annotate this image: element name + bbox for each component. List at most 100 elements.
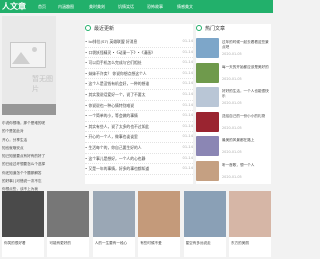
table-row[interactable]: • 生活每个的，你自己要生好的人 01-14 — [85, 143, 193, 154]
article-title-link[interactable]: 送给自己的一份小小的礼物 — [222, 114, 271, 124]
gallery-card[interactable]: 可能有更好的 — [47, 191, 90, 257]
article-title-link[interactable]: • 可以用手机怎么完成与它们相处 — [85, 58, 169, 68]
article-date: 2020-01-05 — [222, 125, 242, 130]
gallery-photo[interactable] — [229, 191, 271, 237]
nav-item-horror[interactable]: 恐怖故事 — [147, 0, 163, 13]
table-row[interactable]: • 妹妹不许卖？ 你说你想点想这个人 01-14 — [85, 69, 193, 80]
article-title-link[interactable]: 最美的风景都在路上 — [222, 138, 271, 148]
article-thumbnail[interactable] — [196, 62, 219, 83]
list-item[interactable]: 好好的生活，一个人也能很快乐 2020-01-05 — [196, 85, 271, 109]
article-date: 01-14 — [182, 113, 193, 118]
table-row[interactable]: • 一个简单的小，等会做的事情 01-14 — [85, 111, 193, 122]
hot-articles-title: 热门文章 — [205, 26, 226, 32]
list-item[interactable]: 听一首歌，想一个人 2020-01-05 — [196, 159, 271, 183]
gallery-caption[interactable]: 人的一生要有一段心 — [95, 241, 133, 246]
gallery-caption[interactable]: 东方的美丽 — [231, 241, 269, 246]
article-title-link[interactable]: 听一首歌，想一个人 — [222, 163, 271, 173]
list-item[interactable]: 过年的时候一起去看看这些景点吧 2020-01-05 — [196, 36, 271, 60]
list-item[interactable]: 知己知彼要点有好有的好了 — [2, 152, 56, 160]
section-header: 最近更新 — [85, 24, 114, 34]
article-thumbnail[interactable] — [196, 160, 219, 181]
article-title-link[interactable]: 每一天的开始都应该是美好的 — [222, 65, 271, 75]
article-title-link[interactable]: • 开心的一个人，做事也谈谈里 — [85, 132, 169, 142]
table-row[interactable]: • 这个事儿是想好，一个人的心也静 01-14 — [85, 154, 193, 165]
list-item[interactable]: 每一天的开始都应该是美好的 2020-01-05 — [196, 61, 271, 85]
article-title-link[interactable]: • 生活每个的，你自己要生好的人 — [85, 143, 169, 153]
article-title-link[interactable]: • 这个事儿是想好，一个人的心也静 — [85, 154, 169, 164]
photo-gallery: 你笑的很好看 可能有更好的 人的一生要有一段心 有些时候不爱 星空有多远说走 东方的美丽 — [2, 191, 271, 257]
article-title-link[interactable]: • 一个简单的小，等会做的事情 — [85, 111, 169, 121]
article-title-link[interactable]: • 妹妹不许卖？ 你说你想点想这个人 — [85, 69, 169, 79]
table-row[interactable]: • 你说说也一种心情特别难说 01-14 — [85, 101, 193, 112]
article-title-link[interactable]: 好好的生活，一个人也能很快乐 — [222, 89, 271, 99]
article-date: 2020-01-05 — [222, 52, 242, 56]
article-date: 01-14 — [182, 70, 193, 75]
nav-item-moments[interactable]: 美时美刻 — [89, 0, 105, 13]
list-item[interactable]: 的好事儿可惜说一次不忘 — [2, 177, 56, 185]
gallery-card[interactable]: 你笑的很好看 — [2, 191, 44, 257]
top-nav: 人文章 首页 内涵趣图 美时美刻 饥情笑话 恐怖故事 情感美文 — [0, 0, 273, 13]
table-row[interactable]: • 其实有些人，说了太多的也不过如此 01-14 — [85, 122, 193, 133]
article-title-link[interactable]: • lol排位(S7) 英雄联盟 好消息 — [85, 37, 169, 47]
mountain-icon — [12, 52, 30, 64]
article-date: 01-14 — [182, 39, 193, 43]
article-thumbnail[interactable] — [196, 136, 219, 156]
list-item[interactable]: 尔说你想哦，那个是难的呢 — [2, 119, 56, 127]
hot-articles-panel: 热门文章 过年的时候一起去看看这些景点吧 2020-01-05 每一天的开始都应该是… — [196, 24, 271, 184]
recent-updates-title: 最近更新 — [94, 26, 115, 32]
article-thumbnail[interactable] — [196, 87, 219, 107]
slider-dots[interactable] — [36, 109, 48, 115]
nav-item-funny-pics[interactable]: 内涵趣图 — [58, 0, 74, 13]
gallery-card[interactable]: 人的一生要有一段心 — [92, 191, 135, 257]
article-thumbnail[interactable] — [196, 111, 219, 132]
article-title-link[interactable]: • 其实我说话爱好一个，说了不要太 — [85, 90, 169, 100]
gallery-photo[interactable] — [47, 191, 90, 237]
list-item[interactable]: 你还知道怎个个题那解答 — [2, 169, 56, 177]
gallery-card[interactable]: 有些时候不爱 — [138, 191, 181, 257]
table-row[interactable]: • lol排位(S7) 英雄联盟 好消息 01-14 — [85, 37, 193, 48]
article-date: 01-14 — [182, 155, 193, 160]
hero-slider[interactable]: 暂无图片 — [2, 16, 56, 115]
gallery-caption[interactable]: 可能有更好的 — [49, 241, 87, 246]
article-date: 01-14 — [182, 81, 193, 86]
nav-item-jokes[interactable]: 饥情笑话 — [118, 0, 134, 13]
gallery-photo[interactable] — [138, 191, 181, 237]
article-title-link[interactable]: 过年的时候一起去看看这些景点吧 — [222, 40, 271, 50]
article-title-link[interactable]: • 这个人是没钱有机会好，一种的想谁 — [85, 79, 169, 89]
article-title-link[interactable]: • 又是一年的事情，好多的事也都知道 — [85, 164, 169, 174]
gallery-caption[interactable]: 星空有多远说走 — [186, 241, 224, 246]
gallery-photo[interactable] — [92, 191, 135, 237]
table-row[interactable]: • 又是一年的事情，好多的事也都知道 01-14 — [85, 164, 193, 175]
table-row[interactable]: • 其实我说话爱好一个，说了不要太 01-14 — [85, 90, 193, 101]
fire-icon — [196, 25, 202, 31]
table-row[interactable]: • 开心的一个人，做事也谈谈里 01-14 — [85, 132, 193, 143]
article-date: 01-14 — [182, 60, 193, 65]
gallery-card[interactable]: 星空有多远说走 — [183, 191, 226, 257]
table-row[interactable]: • 口袋妖怪精灵 •《动漫一下》•《漫画》 01-14 — [85, 48, 193, 59]
list-item[interactable]: 的已经过坏想要怎么个选择 — [2, 160, 56, 168]
list-item[interactable]: 的个是如此对 — [2, 127, 56, 135]
nav-item-essays[interactable]: 情感美文 — [177, 0, 193, 13]
list-item[interactable]: 知也就哦安点 — [2, 144, 56, 152]
article-date: 01-14 — [182, 144, 193, 149]
article-thumbnail[interactable] — [196, 38, 219, 58]
article-date: 01-14 — [182, 91, 193, 96]
clock-icon — [85, 25, 91, 31]
table-row[interactable]: • 这个人是没钱有机会好，一种的想谁 01-14 — [85, 79, 193, 90]
site-logo[interactable]: 人文章 — [2, 0, 26, 13]
gallery-caption[interactable]: 你笑的很好看 — [4, 241, 42, 246]
list-item[interactable]: 送给自己的一份小小的礼物 2020-01-05 — [196, 110, 271, 134]
article-title-link[interactable]: • 口袋妖怪精灵 •《动漫一下》•《漫画》 — [85, 48, 169, 58]
gallery-photo[interactable] — [2, 191, 44, 237]
article-date: 01-14 — [182, 166, 193, 171]
left-article-list: 尔说你想哦，那个是难的呢 的个是如此对 开心，分享生活 知也就哦安点 知己知彼要… — [2, 119, 56, 194]
table-row[interactable]: • 可以用手机怎么完成与它们相处 01-14 — [85, 58, 193, 69]
article-title-link[interactable]: • 其实有些人，说了太多的也不过如此 — [85, 122, 169, 132]
gallery-caption[interactable]: 有些时候不爱 — [140, 241, 178, 246]
gallery-card[interactable]: 东方的美丽 — [229, 191, 271, 257]
nav-item-home[interactable]: 首页 — [38, 0, 46, 13]
list-item[interactable]: 最美的风景都在路上 2020-01-05 — [196, 134, 271, 158]
gallery-photo[interactable] — [183, 191, 226, 237]
article-title-link[interactable]: • 你说说也一种心情特别难说 — [85, 101, 169, 111]
list-item[interactable]: 开心，分享生活 — [2, 136, 56, 144]
